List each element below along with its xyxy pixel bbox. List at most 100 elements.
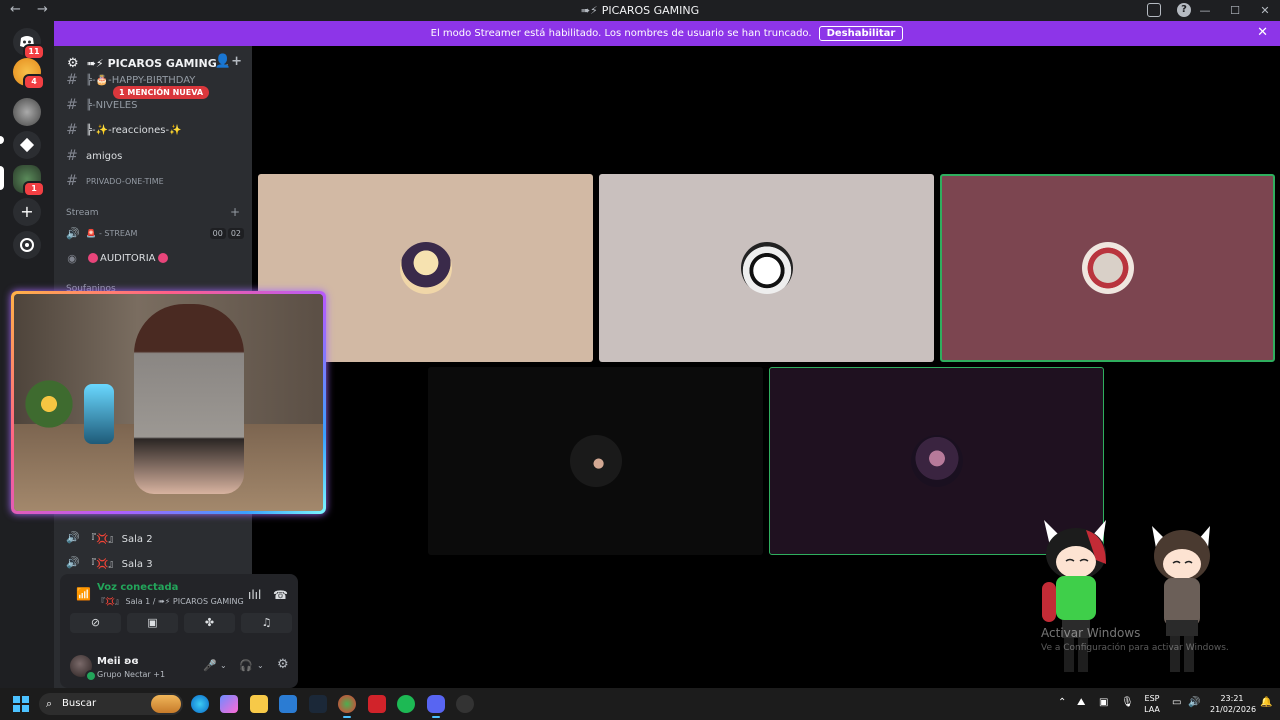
- participant-tile-4[interactable]: [428, 367, 763, 555]
- banner-close-icon[interactable]: ✕: [1257, 25, 1268, 40]
- screen-share-button[interactable]: ▣: [127, 613, 178, 633]
- webcam-video: [14, 294, 323, 511]
- network-icon[interactable]: ▭: [1172, 697, 1181, 708]
- invite-icon[interactable]: 👤+: [215, 54, 242, 69]
- help-icon[interactable]: ?: [1177, 3, 1191, 17]
- edge-icon[interactable]: [191, 695, 209, 713]
- volume-icon[interactable]: 🔊: [1188, 697, 1200, 708]
- disable-streamer-button[interactable]: Deshabilitar: [818, 26, 904, 41]
- hash-icon: #: [66, 97, 78, 113]
- user-panel: Meii ʚɞ Grupo Nectar +1 🎤 ⌄ 🎧 ⌄ ⚙: [70, 652, 296, 682]
- hash-icon: #: [66, 173, 78, 189]
- windows-start-icon[interactable]: [13, 696, 29, 712]
- discover-icon[interactable]: [13, 231, 41, 259]
- channel-reacciones[interactable]: # ╠-✨-reacciones-✨: [66, 120, 244, 140]
- activate-windows-title: Activar Windows: [1041, 626, 1141, 640]
- search-icon: ⌕: [46, 697, 53, 710]
- participant-tile-2[interactable]: [599, 174, 934, 362]
- soundboard-button[interactable]: ♫: [241, 613, 292, 633]
- hash-icon: #: [66, 148, 78, 164]
- inbox-icon[interactable]: [1147, 3, 1161, 17]
- audio-options-chevron-icon[interactable]: ⌄: [257, 661, 264, 670]
- add-channel-icon[interactable]: +: [230, 205, 240, 219]
- search-highlight-icon: [151, 695, 181, 713]
- taskbar-clock[interactable]: 23:21 21/02/2026: [1210, 693, 1256, 715]
- camera-off-button[interactable]: ⊘: [70, 613, 121, 633]
- add-server-icon[interactable]: +: [13, 198, 41, 226]
- noise-suppression-icon[interactable]: ılıl: [248, 588, 261, 602]
- stage-channel-auditoria[interactable]: ◉ AUDITORIA: [66, 248, 244, 268]
- maximize-button[interactable]: ☐: [1220, 0, 1250, 21]
- server-icon-3[interactable]: [13, 131, 41, 159]
- minimize-button[interactable]: —: [1190, 0, 1220, 21]
- direct-messages-button[interactable]: 11: [13, 28, 45, 60]
- participant-avatar: [740, 242, 793, 294]
- close-button[interactable]: ✕: [1250, 0, 1280, 21]
- word-icon[interactable]: [279, 695, 297, 713]
- disconnect-icon[interactable]: ☎: [273, 588, 288, 602]
- app-icon[interactable]: [456, 695, 474, 713]
- server-flair-icon: ➠⚡: [86, 56, 104, 70]
- spotify-icon[interactable]: [397, 695, 415, 713]
- selected-indicator: [0, 166, 4, 190]
- signal-icon: 📶: [76, 587, 91, 601]
- username: Meii ʚɞ: [97, 656, 139, 667]
- window-title: ➠⚡ PICAROS GAMING: [580, 4, 700, 17]
- window-controls: — ☐ ✕: [1190, 0, 1280, 21]
- search-placeholder: Buscar: [62, 698, 97, 709]
- speaker-icon: 🔊: [66, 530, 80, 544]
- participant-avatar: [569, 435, 622, 487]
- file-explorer-icon[interactable]: [250, 695, 268, 713]
- taskbar-search[interactable]: ⌕ Buscar: [39, 693, 183, 715]
- steam-icon[interactable]: [309, 695, 327, 713]
- voice-channel-sala2[interactable]: 🔊 『💢』 Sala 2: [66, 527, 244, 547]
- keyboard-language[interactable]: ESP LAA: [1140, 693, 1164, 715]
- notification-bell-icon[interactable]: 🔔: [1260, 697, 1272, 708]
- voice-channel-sala3[interactable]: 🔊 『💢』 Sala 3: [66, 552, 244, 572]
- tray-mic-icon[interactable]: 🎙: [1121, 697, 1134, 708]
- banner-text: El modo Streamer está habilitado. Los no…: [430, 28, 812, 39]
- game-icon: [19, 137, 35, 153]
- tray-app-icon[interactable]: ⛰: [1077, 697, 1085, 708]
- voice-status[interactable]: Voz conectada: [97, 582, 178, 593]
- unread-indicator: [0, 136, 4, 144]
- tray-chevron-icon[interactable]: ⌃: [1058, 697, 1066, 708]
- user-status-text: Grupo Nectar +1: [97, 670, 166, 679]
- headphones-icon[interactable]: 🎧: [239, 659, 253, 672]
- plant-decoration: [24, 374, 74, 434]
- settings-gear-icon[interactable]: ⚙: [277, 657, 289, 672]
- chrome-icon[interactable]: [338, 695, 356, 718]
- compass-icon: [20, 238, 34, 252]
- discord-taskbar-icon[interactable]: [427, 695, 445, 718]
- activities-button[interactable]: ✤: [184, 613, 235, 633]
- mic-options-chevron-icon[interactable]: ⌄: [220, 661, 227, 670]
- voice-connection-panel: 📶 Voz conectada 『💢』 Sala 1 / ➠⚡ PICAROS …: [60, 574, 298, 688]
- microphone-decoration: [84, 384, 114, 444]
- participant-avatar: [1081, 242, 1134, 294]
- speaker-icon: 🔊: [66, 555, 80, 569]
- microphone-icon[interactable]: 🎤: [203, 659, 217, 672]
- server-icon-picaros[interactable]: 1: [13, 165, 45, 197]
- channel-amigos[interactable]: # amigos: [66, 146, 244, 166]
- online-status-icon: [85, 670, 97, 682]
- voice-location[interactable]: 『💢』 Sala 1 / ➠⚡ PICAROS GAMING: [97, 596, 244, 607]
- channel-privado[interactable]: # PRIVADO-ONE-TIME: [66, 171, 244, 191]
- pink-dot-icon: [88, 253, 98, 263]
- voice-channel-stream[interactable]: 🔊 🚨 - STREAM 00 02: [66, 223, 244, 243]
- speaker-icon: 🔊: [66, 226, 80, 240]
- gear-icon[interactable]: ⚙: [67, 56, 79, 71]
- tray-network-app-icon[interactable]: ▣: [1099, 697, 1108, 708]
- wps-icon[interactable]: [368, 695, 386, 713]
- server-icon-1[interactable]: 4: [13, 58, 45, 90]
- hash-icon: #: [66, 122, 78, 138]
- activate-windows-subtitle: Ve a Configuración para activar Windows.: [1041, 643, 1229, 653]
- streamer-figure: [134, 304, 244, 494]
- pink-dot-icon: [157, 253, 168, 263]
- user-count-chip: 00: [209, 227, 226, 239]
- channel-niveles[interactable]: # ╠-NIVELES: [66, 95, 244, 115]
- copilot-icon[interactable]: [220, 695, 238, 713]
- unread-badge: 4: [23, 74, 45, 90]
- category-stream[interactable]: Stream: [66, 208, 99, 218]
- participant-tile-3-speaking[interactable]: [940, 174, 1275, 362]
- server-icon-2[interactable]: [13, 98, 41, 126]
